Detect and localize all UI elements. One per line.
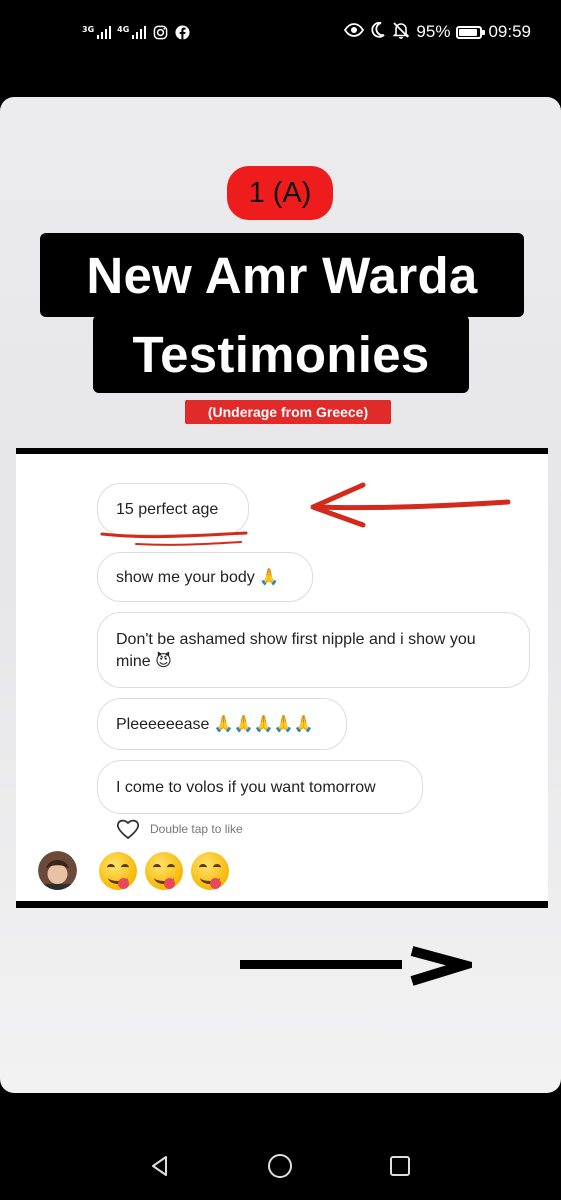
battery-fill xyxy=(459,28,477,36)
battery-percent: 95% xyxy=(416,22,451,41)
message-text: Pleeeeeease xyxy=(116,716,210,733)
status-right: 95% 09:59 xyxy=(344,18,531,46)
clock: 09:59 xyxy=(488,22,531,41)
instagram-icon xyxy=(152,24,168,40)
navigation-bar xyxy=(0,1128,561,1200)
next-arrow-icon xyxy=(240,946,472,986)
message-bubble: Don't be ashamed show first nipple and i… xyxy=(97,612,530,688)
story-subtitle: (Underage from Greece) xyxy=(185,400,391,424)
eye-icon xyxy=(344,22,365,43)
battery-icon xyxy=(456,25,486,39)
reaction-row xyxy=(38,851,229,890)
network-type-2: 4G xyxy=(117,24,130,34)
story-number-badge: 1 (A) xyxy=(227,166,333,220)
like-row[interactable]: Double tap to like xyxy=(116,818,243,840)
story-card[interactable]: 1 (A) New Amr Warda Testimonies (Underag… xyxy=(0,97,561,1093)
facebook-icon xyxy=(174,24,190,40)
red-underline-annotation xyxy=(100,531,248,546)
signal-icon: 3G xyxy=(82,24,112,39)
status-bar: 3G 4G 95% 09:59 xyxy=(0,0,561,64)
status-left: 3G 4G xyxy=(82,20,190,44)
home-icon[interactable] xyxy=(260,1146,300,1186)
network-type-1: 3G xyxy=(82,24,95,34)
yum-emoji xyxy=(191,851,229,890)
recents-icon[interactable] xyxy=(380,1146,420,1186)
story-title-line-2: Testimonies xyxy=(93,315,469,393)
moon-icon xyxy=(370,21,386,44)
bell-off-icon xyxy=(392,21,410,44)
devil-emoji: 😈 xyxy=(155,650,172,670)
message-bubble: Pleeeeeease 🙏🙏🙏🙏🙏 xyxy=(97,698,347,750)
message-text: I come to volos if you want tomorrow xyxy=(116,778,376,796)
like-hint: Double tap to like xyxy=(150,822,243,836)
message-bubble: I come to volos if you want tomorrow xyxy=(97,760,423,814)
yum-emoji xyxy=(145,851,183,890)
signal-icon: 4G xyxy=(117,24,147,39)
chat-screenshot: 15 perfect age show me your body 🙏 Don't… xyxy=(16,448,548,908)
yum-emoji xyxy=(99,851,137,890)
back-icon[interactable] xyxy=(140,1146,180,1186)
pray-emoji: 🙏🙏🙏🙏🙏 xyxy=(213,714,314,733)
avatar xyxy=(38,851,77,890)
story-title-line-1: New Amr Warda xyxy=(40,233,524,317)
heart-icon[interactable] xyxy=(116,818,140,840)
